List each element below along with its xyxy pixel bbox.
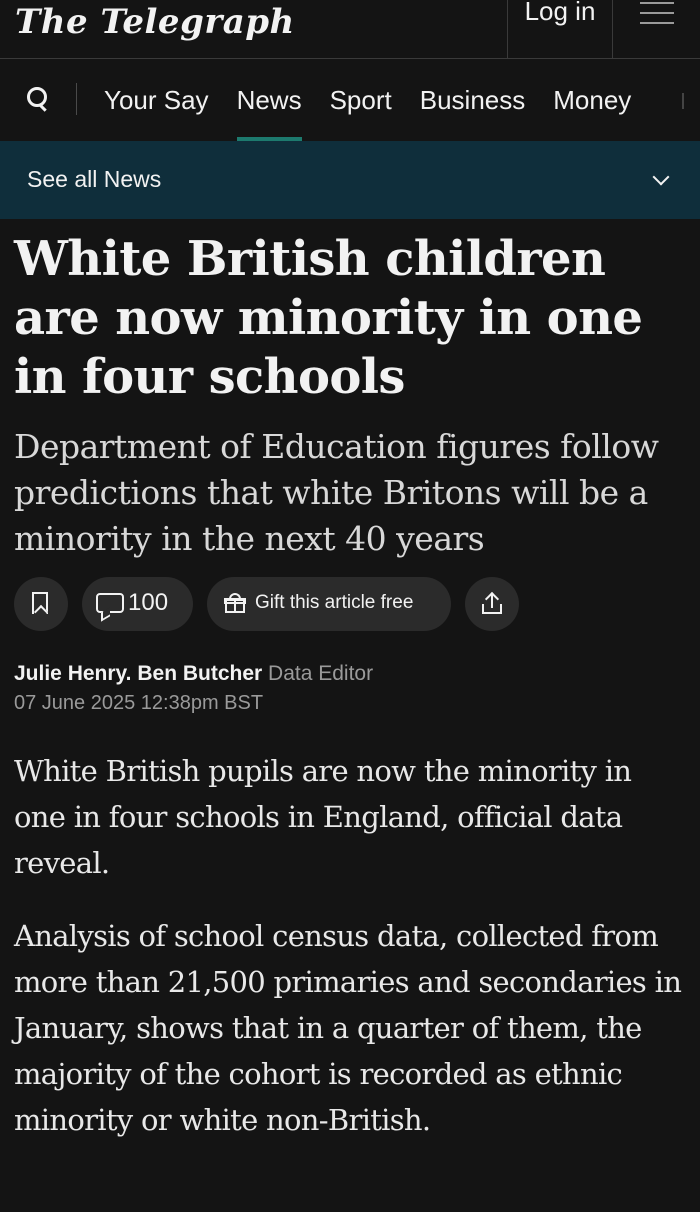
comment-count: 100 [128, 589, 169, 616]
article-paragraph: White British pupils are now the minorit… [14, 754, 632, 880]
comment-icon [96, 593, 124, 613]
gift-article-button[interactable]: Gift this article free [207, 577, 451, 631]
nav-item-your-say[interactable]: Your Say [104, 59, 209, 141]
bookmark-button[interactable] [14, 577, 68, 631]
nav-scroll-fade [630, 59, 700, 141]
nav-item-business[interactable]: Business [420, 59, 526, 141]
section-nav: Your Say News Sport Business Money [0, 59, 700, 141]
share-button[interactable] [465, 577, 519, 631]
byline: Julie Henry. Ben Butcher Data Editor [14, 662, 373, 686]
share-icon [482, 591, 502, 614]
article-standfirst: Department of Education figures follow p… [14, 427, 659, 558]
article-headline: White British children are now minority … [14, 231, 643, 405]
gift-label: Gift this article free [255, 592, 414, 613]
bookmark-icon [32, 592, 48, 614]
gift-icon [224, 593, 246, 613]
menu-bar [640, 22, 674, 24]
nav-item-news[interactable]: News [236, 59, 302, 141]
search-icon[interactable] [27, 87, 49, 113]
nav-divider [76, 83, 77, 115]
see-all-news-dropdown[interactable]: See all News [0, 141, 700, 219]
author-link[interactable]: Julie Henry. [14, 662, 132, 685]
hamburger-icon[interactable] [612, 0, 700, 58]
author-role: Data Editor [268, 662, 374, 685]
menu-bar [640, 12, 674, 14]
see-all-news-label: See all News [27, 166, 162, 192]
nav-item-sport[interactable]: Sport [330, 59, 392, 141]
nav-items: Your Say News Sport Business Money [104, 59, 631, 141]
comments-button[interactable]: 100 [82, 577, 193, 631]
chevron-down-icon [652, 168, 670, 186]
top-bar: The Telegraph Log in [0, 0, 700, 59]
author-link[interactable]: Ben Butcher [137, 662, 262, 685]
publish-date: 07 June 2025 12:38pm BST [14, 692, 264, 714]
article-paragraph: Analysis of school census data, collecte… [14, 919, 682, 1137]
login-label: Log in [524, 0, 596, 26]
telegraph-logo[interactable]: The Telegraph [15, 0, 295, 44]
menu-bar [640, 2, 674, 4]
nav-item-money[interactable]: Money [553, 59, 631, 141]
login-button[interactable]: Log in [507, 0, 613, 58]
